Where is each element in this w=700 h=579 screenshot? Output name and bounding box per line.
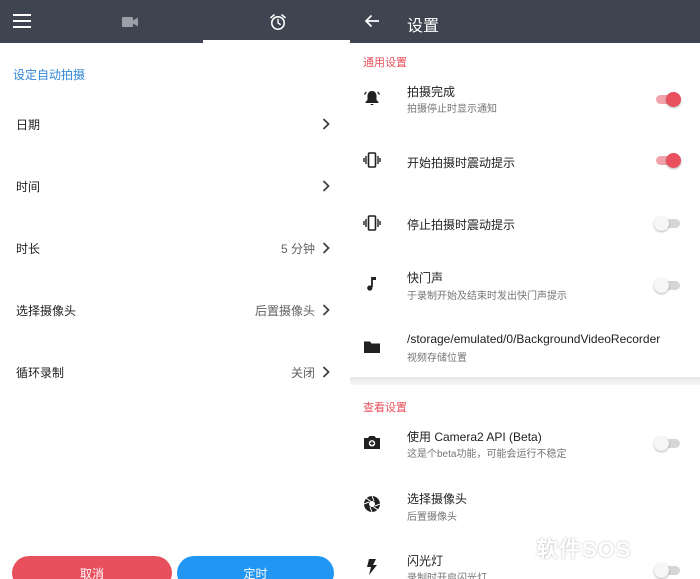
tab-toolbar bbox=[0, 0, 350, 43]
row-duration[interactable]: 时长 5 分钟 bbox=[0, 228, 350, 268]
vibrate-icon bbox=[362, 150, 382, 170]
music-note-icon bbox=[362, 274, 382, 294]
setting-subtitle: 于录制开始及结束时发出快门声提示 bbox=[407, 291, 567, 302]
setting-subtitle: 录制时开启闪光灯 bbox=[407, 573, 487, 579]
menu-icon[interactable] bbox=[13, 14, 31, 28]
row-label: 时长 bbox=[16, 241, 41, 256]
tab-schedule[interactable] bbox=[203, 0, 350, 43]
chevron-right-icon bbox=[322, 242, 330, 254]
chevron-right-icon bbox=[322, 118, 330, 130]
row-value: 5 分钟 bbox=[280, 241, 315, 256]
alarm-clock-icon bbox=[270, 13, 286, 30]
chevron-right-icon bbox=[322, 304, 330, 316]
setting-subtitle: 拍摄停止时显示通知 bbox=[407, 104, 497, 115]
tab-video[interactable] bbox=[55, 0, 205, 43]
section-header-view: 查看设置 bbox=[363, 402, 407, 414]
setting-subtitle: 后置摄像头 bbox=[407, 512, 457, 523]
setting-title: 使用 Camera2 API (Beta) bbox=[407, 430, 542, 444]
setting-subtitle: 这是个beta功能，可能会运行不稳定 bbox=[407, 449, 567, 460]
row-label: 选择摄像头 bbox=[16, 303, 77, 318]
bell-icon bbox=[362, 88, 382, 108]
camera-switch-icon bbox=[362, 432, 382, 452]
watermark-logo-icon bbox=[506, 535, 532, 561]
toggle-switch[interactable] bbox=[654, 213, 680, 233]
toggle-switch[interactable] bbox=[654, 150, 681, 170]
row-label: 日期 bbox=[16, 117, 41, 132]
flash-icon bbox=[362, 557, 382, 577]
page-title: 设置 bbox=[407, 18, 440, 35]
schedule-button[interactable]: 定时 bbox=[177, 556, 334, 579]
setting-title: 停止拍摄时震动提示 bbox=[407, 218, 516, 232]
watermark-text: 软件SOS bbox=[536, 537, 632, 562]
setting-subtitle: 视频存储位置 bbox=[407, 353, 467, 364]
row-value: 后置摄像头 bbox=[254, 303, 315, 318]
settings-panel: 设置 通用设置 拍摄完成 拍摄停止时显示通知 开始拍摄时震动提示 停止拍摄时震动… bbox=[350, 0, 700, 579]
folder-icon bbox=[362, 337, 382, 357]
schedule-panel: 设定自动拍摄 日期 时间 时长 5 分钟 选择摄像头 后置摄像头 循环录制 关闭… bbox=[0, 0, 350, 579]
chevron-right-icon bbox=[322, 366, 330, 378]
active-tab-indicator bbox=[203, 40, 350, 43]
setting-title: 开始拍摄时震动提示 bbox=[407, 156, 516, 170]
cancel-button[interactable]: 取消 bbox=[12, 556, 172, 579]
section-title: 设定自动拍摄 bbox=[13, 68, 86, 82]
row-time[interactable]: 时间 bbox=[0, 166, 350, 206]
row-label: 时间 bbox=[16, 179, 41, 194]
toggle-switch[interactable] bbox=[654, 89, 681, 109]
section-header-general: 通用设置 bbox=[363, 57, 407, 69]
chevron-right-icon bbox=[322, 180, 330, 192]
toggle-switch[interactable] bbox=[654, 275, 680, 295]
setting-title: 拍摄完成 bbox=[407, 85, 456, 99]
setting-title: 选择摄像头 bbox=[407, 492, 468, 506]
setting-title: /storage/emulated/0/BackgroundVideoRecor… bbox=[407, 332, 661, 346]
watermark: 软件SOS bbox=[506, 532, 631, 564]
vibrate-icon bbox=[362, 213, 382, 233]
setting-title: 快门声 bbox=[407, 271, 444, 285]
toggle-switch[interactable] bbox=[654, 560, 680, 579]
back-arrow-icon[interactable] bbox=[364, 13, 380, 29]
setting-title: 闪光灯 bbox=[407, 554, 444, 568]
row-date[interactable]: 日期 bbox=[0, 104, 350, 144]
row-value: 关闭 bbox=[290, 365, 315, 380]
video-camera-icon bbox=[122, 16, 138, 27]
row-label: 循环录制 bbox=[16, 365, 65, 380]
aperture-icon bbox=[362, 494, 382, 514]
row-loop-recording[interactable]: 循环录制 关闭 bbox=[0, 352, 350, 392]
toggle-switch[interactable] bbox=[654, 433, 680, 453]
settings-toolbar: 设置 bbox=[350, 0, 700, 43]
section-divider bbox=[350, 377, 700, 385]
row-camera[interactable]: 选择摄像头 后置摄像头 bbox=[0, 290, 350, 330]
